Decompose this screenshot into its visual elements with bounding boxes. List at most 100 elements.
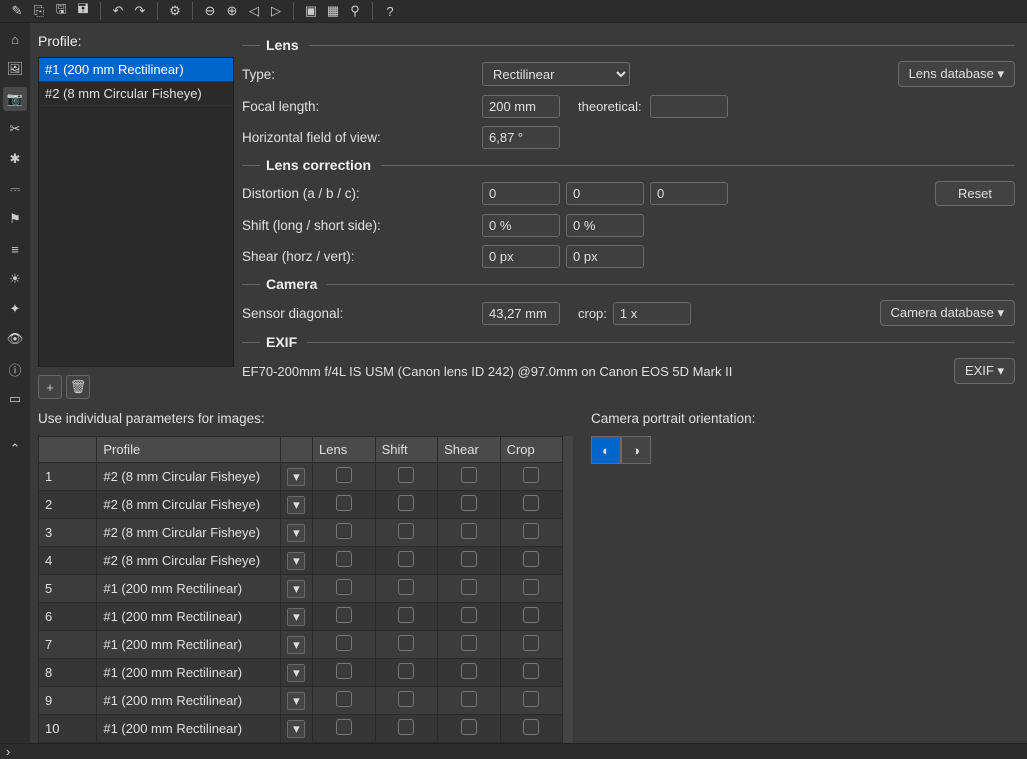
adjust-icon[interactable]: ✱ [3, 147, 27, 171]
row-shear-checkbox[interactable] [461, 551, 477, 567]
row-dropdown[interactable]: ▾ [287, 468, 305, 486]
dist-c[interactable] [650, 182, 728, 205]
lens-database-button[interactable]: Lens database ▾ [898, 61, 1015, 87]
row-shear-checkbox[interactable] [461, 607, 477, 623]
row-shift-checkbox[interactable] [398, 607, 414, 623]
row-lens-checkbox[interactable] [336, 663, 352, 679]
panels-icon[interactable]: ▣ [300, 0, 322, 22]
row-shift-checkbox[interactable] [398, 663, 414, 679]
row-dropdown[interactable]: ▾ [287, 524, 305, 542]
row-shift-checkbox[interactable] [398, 467, 414, 483]
crop-icon[interactable]: ✂ [3, 117, 27, 141]
settings-icon[interactable]: ⚙ [164, 0, 186, 22]
dist-a[interactable] [482, 182, 560, 205]
shift-b[interactable] [566, 214, 644, 237]
table-row[interactable]: 4#2 (8 mm Circular Fisheye)▾ [39, 547, 563, 575]
open-icon[interactable]: ⎘ [28, 0, 50, 22]
geotag-icon[interactable]: ⚑ [3, 207, 27, 231]
brightness-icon[interactable]: ☀ [3, 267, 27, 291]
row-lens-checkbox[interactable] [336, 691, 352, 707]
row-shift-checkbox[interactable] [398, 523, 414, 539]
row-crop-checkbox[interactable] [523, 719, 539, 735]
table-row[interactable]: 7#1 (200 mm Rectilinear)▾ [39, 631, 563, 659]
sensor-input[interactable] [482, 302, 560, 325]
row-lens-checkbox[interactable] [336, 551, 352, 567]
row-crop-checkbox[interactable] [523, 579, 539, 595]
row-dropdown[interactable]: ▾ [287, 720, 305, 738]
delete-profile-button[interactable]: 🗑 [66, 375, 90, 399]
row-shift-checkbox[interactable] [398, 551, 414, 567]
camera-database-button[interactable]: Camera database ▾ [880, 300, 1015, 326]
shear-a[interactable] [482, 245, 560, 268]
table-row[interactable]: 2#2 (8 mm Circular Fisheye)▾ [39, 491, 563, 519]
save-icon[interactable]: 🖫 [50, 0, 72, 22]
home-icon[interactable]: ⌂ [3, 27, 27, 51]
layout-icon[interactable]: ▭ [3, 387, 27, 411]
new-icon[interactable]: ✎ [6, 0, 28, 22]
exif-button[interactable]: EXIF ▾ [954, 358, 1015, 384]
table-row[interactable]: 6#1 (200 mm Rectilinear)▾ [39, 603, 563, 631]
row-dropdown[interactable]: ▾ [287, 664, 305, 682]
add-profile-button[interactable]: + [38, 375, 62, 399]
pin-icon[interactable]: ⚲ [344, 0, 366, 22]
row-dropdown[interactable]: ▾ [287, 496, 305, 514]
orient-right-button[interactable]: ◑ [621, 436, 651, 464]
row-crop-checkbox[interactable] [523, 523, 539, 539]
theoretical-input[interactable] [650, 95, 728, 118]
prev-icon[interactable]: ◁ [243, 0, 265, 22]
row-dropdown[interactable]: ▾ [287, 580, 305, 598]
table-row[interactable]: 8#1 (200 mm Rectilinear)▾ [39, 659, 563, 687]
row-lens-checkbox[interactable] [336, 495, 352, 511]
zoom-out-icon[interactable]: ⊖ [199, 0, 221, 22]
shear-b[interactable] [566, 245, 644, 268]
row-crop-checkbox[interactable] [523, 635, 539, 651]
row-shear-checkbox[interactable] [461, 579, 477, 595]
row-lens-checkbox[interactable] [336, 719, 352, 735]
row-shear-checkbox[interactable] [461, 691, 477, 707]
help-icon[interactable]: ? [379, 0, 401, 22]
row-shift-checkbox[interactable] [398, 691, 414, 707]
row-dropdown[interactable]: ▾ [287, 636, 305, 654]
row-shift-checkbox[interactable] [398, 719, 414, 735]
table-row[interactable]: 3#2 (8 mm Circular Fisheye)▾ [39, 519, 563, 547]
undo-icon[interactable]: ↶ [107, 0, 129, 22]
row-lens-checkbox[interactable] [336, 467, 352, 483]
orient-left-button[interactable]: ◐ [591, 436, 621, 464]
row-crop-checkbox[interactable] [523, 467, 539, 483]
row-lens-checkbox[interactable] [336, 635, 352, 651]
profile-item-1[interactable]: #1 (200 mm Rectilinear) [39, 58, 233, 82]
row-shear-checkbox[interactable] [461, 467, 477, 483]
equalizer-icon[interactable]: ⎓ [3, 177, 27, 201]
table-scrollbar[interactable] [563, 436, 573, 743]
row-dropdown[interactable]: ▾ [287, 552, 305, 570]
footer-collapse[interactable]: › [0, 743, 1027, 759]
info-icon[interactable]: ⓘ [3, 357, 27, 381]
row-shear-checkbox[interactable] [461, 663, 477, 679]
row-shift-checkbox[interactable] [398, 579, 414, 595]
table-row[interactable]: 10#1 (200 mm Rectilinear)▾ [39, 715, 563, 743]
row-shear-checkbox[interactable] [461, 635, 477, 651]
row-shear-checkbox[interactable] [461, 495, 477, 511]
save-as-icon[interactable]: 🖬 [72, 0, 94, 22]
dist-b[interactable] [566, 182, 644, 205]
redo-icon[interactable]: ↷ [129, 0, 151, 22]
row-lens-checkbox[interactable] [336, 523, 352, 539]
grid-icon[interactable]: ▦ [322, 0, 344, 22]
profile-item-2[interactable]: #2 (8 mm Circular Fisheye) [39, 82, 233, 106]
row-crop-checkbox[interactable] [523, 551, 539, 567]
row-crop-checkbox[interactable] [523, 691, 539, 707]
shift-a[interactable] [482, 214, 560, 237]
hfov-input[interactable] [482, 126, 560, 149]
type-select[interactable]: Rectilinear [482, 62, 630, 86]
row-crop-checkbox[interactable] [523, 663, 539, 679]
crop-input[interactable] [613, 302, 691, 325]
table-row[interactable]: 5#1 (200 mm Rectilinear)▾ [39, 575, 563, 603]
row-crop-checkbox[interactable] [523, 607, 539, 623]
table-row[interactable]: 9#1 (200 mm Rectilinear)▾ [39, 687, 563, 715]
row-shift-checkbox[interactable] [398, 495, 414, 511]
row-lens-checkbox[interactable] [336, 607, 352, 623]
row-dropdown[interactable]: ▾ [287, 608, 305, 626]
next-icon[interactable]: ▷ [265, 0, 287, 22]
deghost-icon[interactable]: ✦ [3, 297, 27, 321]
table-row[interactable]: 1#2 (8 mm Circular Fisheye)▾ [39, 463, 563, 491]
